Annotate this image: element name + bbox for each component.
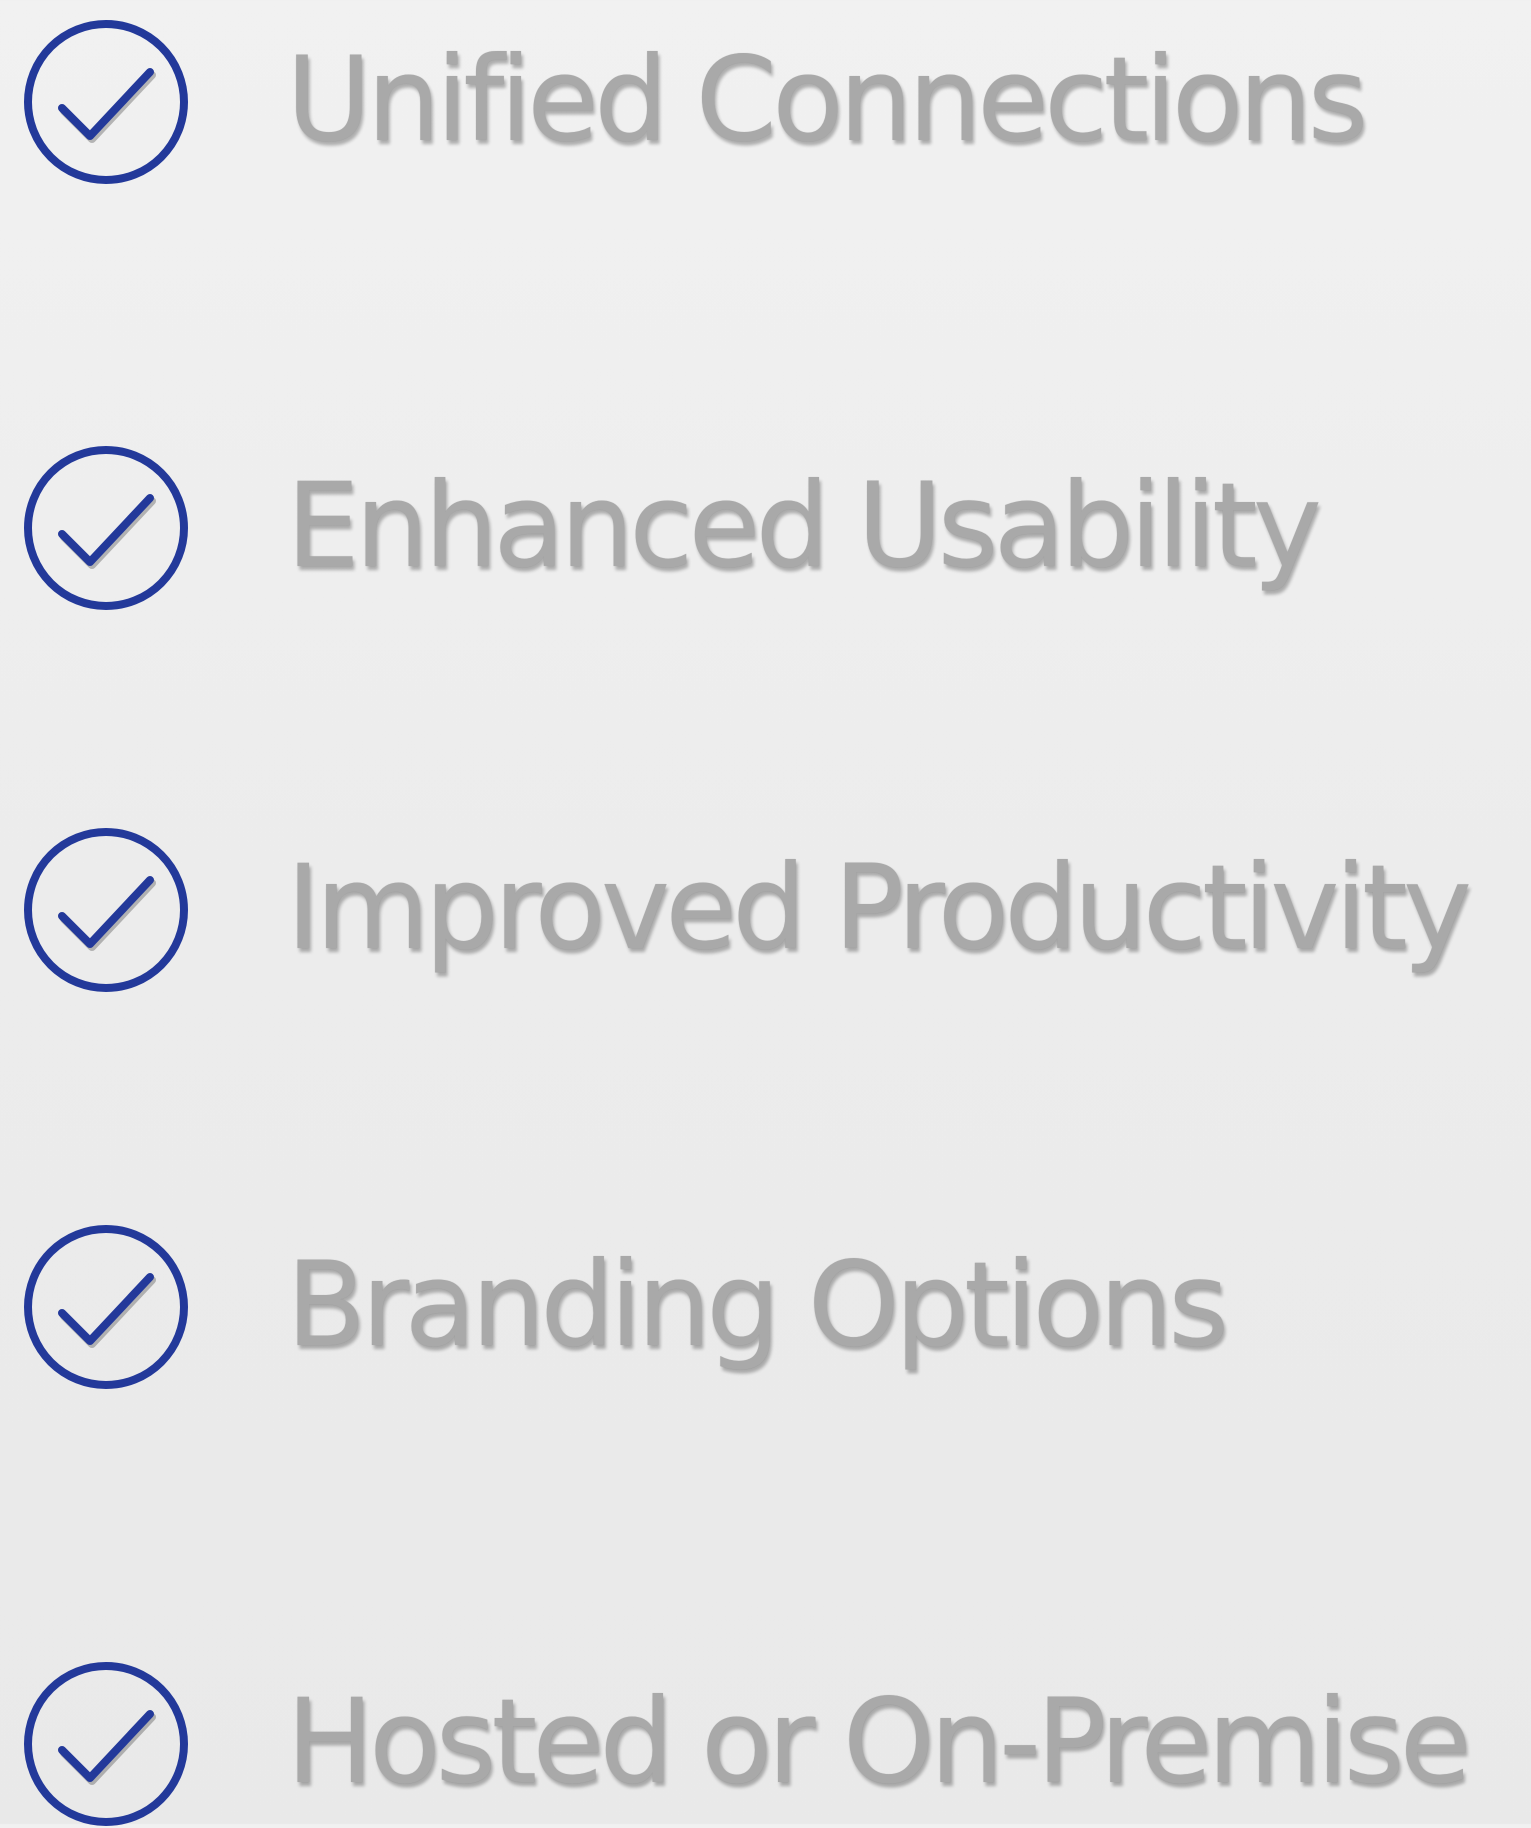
feature-label: Unified Connections [286,31,1368,168]
feature-label: Branding Options [286,1236,1229,1373]
feature-item-improved-productivity: Improved Productivity [0,808,1531,992]
feature-list: Unified Connections Enhanced Usability I… [0,0,1531,1826]
feature-item-unified-connections: Unified Connections [0,0,1531,184]
check-circle-icon [22,1223,190,1391]
feature-item-hosted-or-on-premise: Hosted or On-Premise [0,1642,1531,1826]
feature-label: Hosted or On-Premise [286,1673,1472,1810]
feature-label: Enhanced Usability [286,457,1322,594]
feature-item-enhanced-usability: Enhanced Usability [0,426,1531,610]
feature-label: Improved Productivity [286,839,1472,976]
feature-item-branding-options: Branding Options [0,1205,1531,1389]
check-circle-icon [22,1660,190,1828]
check-circle-icon [22,18,190,186]
check-circle-icon [22,444,190,612]
check-circle-icon [22,826,190,994]
